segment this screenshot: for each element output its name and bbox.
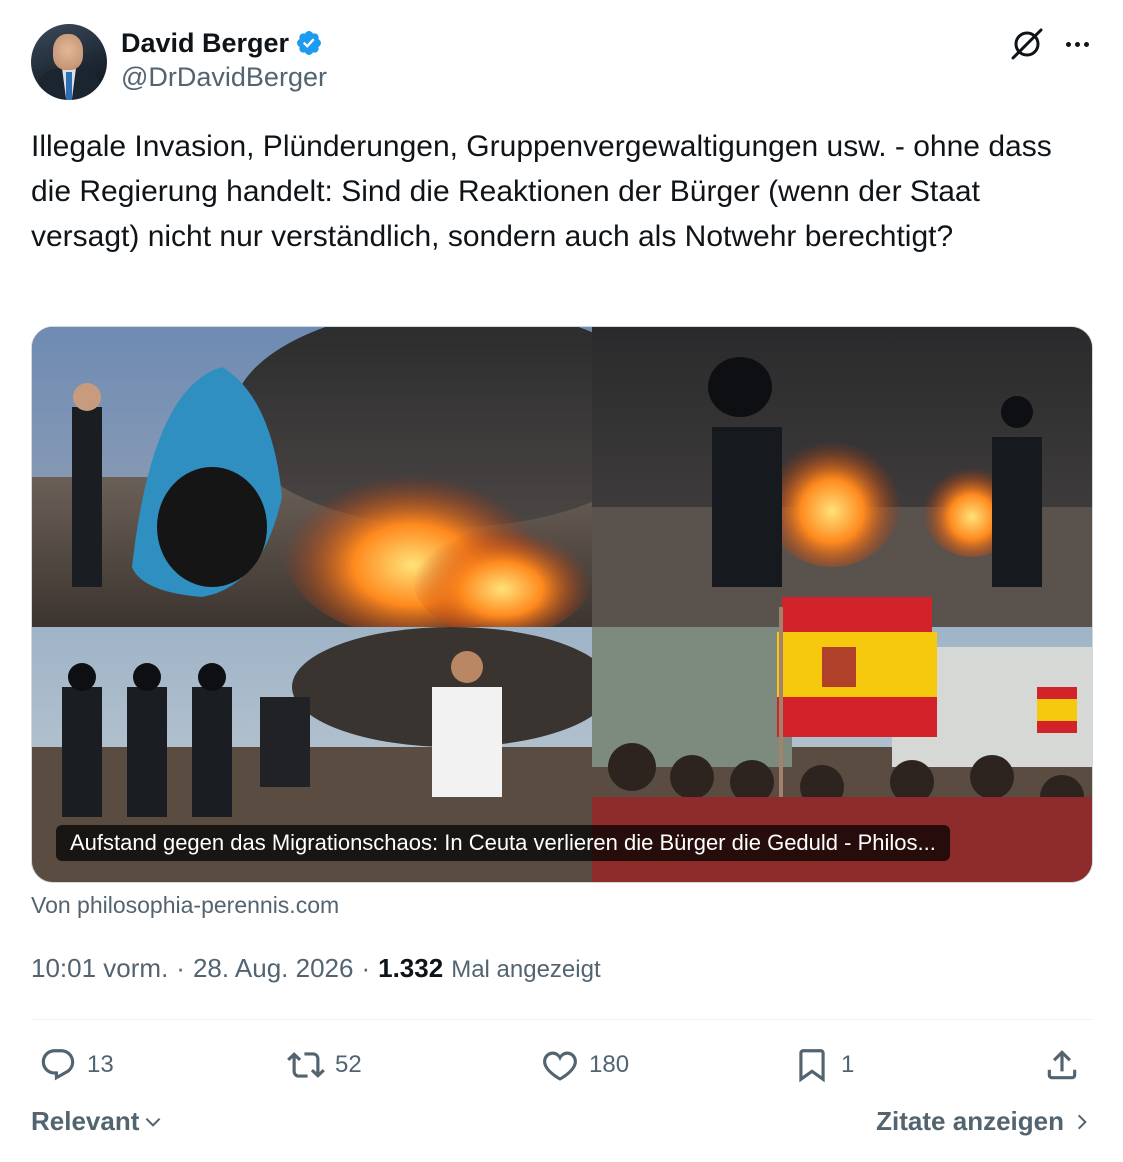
card-source[interactable]: Von philosophia-perennis.com (31, 892, 339, 919)
avatar[interactable] (31, 24, 107, 100)
like-count: 180 (589, 1051, 630, 1078)
repost-icon (287, 1052, 325, 1078)
tweet-meta: 10:01 vorm. · 28. Aug. 2026 · 1.332 Mal … (31, 953, 601, 984)
meta-separator: · (176, 953, 185, 983)
share-button[interactable] (1043, 1040, 1081, 1090)
bookmark-icon (799, 1049, 825, 1083)
author-handle[interactable]: @DrDavidBerger (121, 62, 327, 93)
view-count-label: Mal angezeigt (451, 956, 601, 983)
author-name-row[interactable]: David Berger (121, 26, 323, 60)
chevron-right-icon (1077, 1114, 1087, 1129)
view-quotes-label: Zitate anzeigen (876, 1106, 1064, 1136)
like-button[interactable]: 180 (541, 1040, 629, 1090)
bookmark-count: 1 (841, 1051, 855, 1078)
reply-icon (41, 1049, 75, 1081)
view-quotes-link[interactable]: Zitate anzeigen (876, 1106, 1092, 1137)
sort-label: Relevant (31, 1106, 140, 1136)
chevron-down-icon (146, 1117, 161, 1127)
view-count: 1.332 (378, 953, 444, 983)
reply-count: 13 (87, 1051, 114, 1078)
tweet-time[interactable]: 10:01 vorm. (31, 953, 168, 984)
card-image (32, 327, 1092, 882)
tweet-date[interactable]: 28. Aug. 2026 (193, 953, 353, 984)
grok-icon[interactable] (1009, 26, 1045, 62)
share-icon (1047, 1050, 1077, 1080)
action-bar: 13 52 180 1 (31, 1040, 1093, 1090)
sort-dropdown[interactable]: Relevant (31, 1106, 163, 1137)
card-caption[interactable]: Aufstand gegen das Migrationschaos: In C… (56, 825, 950, 861)
author-name[interactable]: David Berger (121, 28, 289, 59)
link-card[interactable]: Aufstand gegen das Migrationschaos: In C… (31, 326, 1093, 883)
verified-badge-icon (297, 31, 322, 55)
meta-separator: · (361, 953, 371, 983)
more-icon[interactable] (1061, 28, 1093, 60)
bookmark-button[interactable]: 1 (793, 1040, 854, 1090)
like-icon (543, 1051, 577, 1081)
reply-button[interactable]: 13 (39, 1040, 114, 1090)
tweet-text: Illegale Invasion, Plünderungen, Gruppen… (31, 130, 1052, 253)
repost-count: 52 (335, 1051, 362, 1078)
divider (31, 1019, 1093, 1020)
tweet-header: David Berger @DrDavidBerger (31, 24, 1093, 100)
repost-button[interactable]: 52 (287, 1040, 362, 1090)
